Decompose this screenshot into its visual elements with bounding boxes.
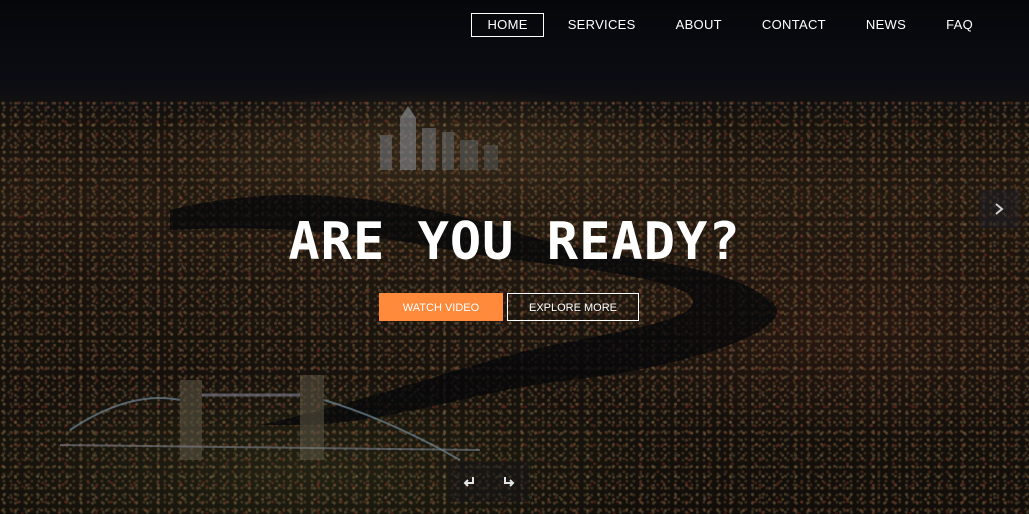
carousel-prev-control[interactable] bbox=[459, 472, 479, 492]
chevron-right-icon bbox=[995, 203, 1004, 215]
nav-item-faq[interactable]: FAQ bbox=[930, 13, 989, 37]
turn-right-icon bbox=[504, 477, 515, 487]
hero-cta-group: WATCH VIDEO EXPLORE MORE bbox=[379, 293, 639, 321]
nav-item-contact[interactable]: CONTACT bbox=[746, 13, 842, 37]
explore-more-button[interactable]: EXPLORE MORE bbox=[507, 293, 639, 321]
turn-left-icon bbox=[463, 477, 474, 487]
nav-item-services[interactable]: SERVICES bbox=[552, 13, 652, 37]
carousel-next-control[interactable] bbox=[499, 472, 519, 492]
nav-item-home[interactable]: HOME bbox=[471, 13, 544, 37]
main-nav: HOME SERVICES ABOUT CONTACT NEWS FAQ bbox=[463, 13, 989, 37]
nav-item-about[interactable]: ABOUT bbox=[660, 13, 738, 37]
hero-section: HOME SERVICES ABOUT CONTACT NEWS FAQ ARE… bbox=[0, 0, 1029, 514]
carousel-next-button[interactable] bbox=[979, 190, 1019, 228]
nav-item-news[interactable]: NEWS bbox=[850, 13, 922, 37]
carousel-controls bbox=[449, 462, 529, 502]
hero-headline: ARE YOU READY? bbox=[288, 212, 741, 272]
watch-video-button[interactable]: WATCH VIDEO bbox=[379, 293, 503, 321]
